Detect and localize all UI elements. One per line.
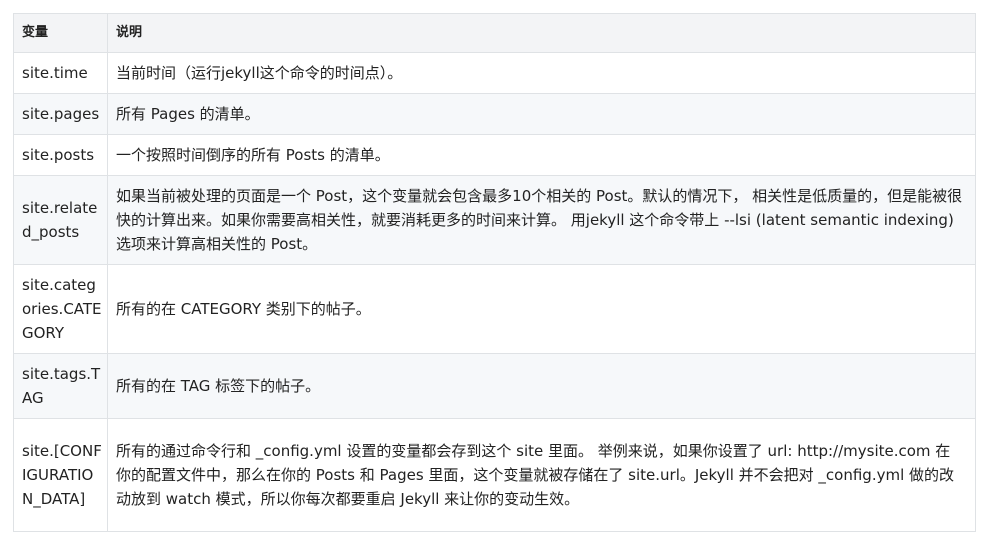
variable-description-cell: 一个按照时间倒序的所有 Posts 的清单。 (107, 134, 976, 176)
variable-name-cell: site.related_posts (13, 175, 108, 265)
variable-name-cell: site.categories.CATEGORY (13, 264, 108, 354)
table-row: site.[CONFIGURATION_DATA] 所有的通过命令行和 _con… (13, 418, 976, 532)
variable-name-cell: site.posts (13, 134, 108, 176)
variable-description-cell: 所有的在 CATEGORY 类别下的帖子。 (107, 264, 976, 354)
column-header-variable: 变量 (13, 13, 108, 53)
table-row: site.posts 一个按照时间倒序的所有 Posts 的清单。 (13, 134, 976, 176)
table-row: site.time 当前时间（运行jekyll这个命令的时间点）。 (13, 52, 976, 94)
table-row: site.categories.CATEGORY 所有的在 CATEGORY 类… (13, 264, 976, 354)
variable-description-cell: 所有的在 TAG 标签下的帖子。 (107, 353, 976, 419)
variable-name-cell: site.tags.TAG (13, 353, 108, 419)
table-header-row: 变量 说明 (13, 13, 976, 53)
variable-description-cell: 当前时间（运行jekyll这个命令的时间点）。 (107, 52, 976, 94)
column-header-description: 说明 (107, 13, 976, 53)
variable-description-cell: 所有 Pages 的清单。 (107, 93, 976, 135)
variable-description-cell: 如果当前被处理的页面是一个 Post，这个变量就会包含最多10个相关的 Post… (107, 175, 976, 265)
site-variables-table: 变量 说明 site.time 当前时间（运行jekyll这个命令的时间点）。 … (13, 13, 976, 532)
table-row: site.tags.TAG 所有的在 TAG 标签下的帖子。 (13, 353, 976, 419)
variable-name-cell: site.pages (13, 93, 108, 135)
variable-description-cell: 所有的通过命令行和 _config.yml 设置的变量都会存到这个 site 里… (107, 418, 976, 532)
variable-name-cell: site.[CONFIGURATION_DATA] (13, 418, 108, 532)
table-row: site.pages 所有 Pages 的清单。 (13, 93, 976, 135)
table-row: site.related_posts 如果当前被处理的页面是一个 Post，这个… (13, 175, 976, 265)
variable-name-cell: site.time (13, 52, 108, 94)
variables-table-container: 变量 说明 site.time 当前时间（运行jekyll这个命令的时间点）。 … (13, 13, 976, 532)
